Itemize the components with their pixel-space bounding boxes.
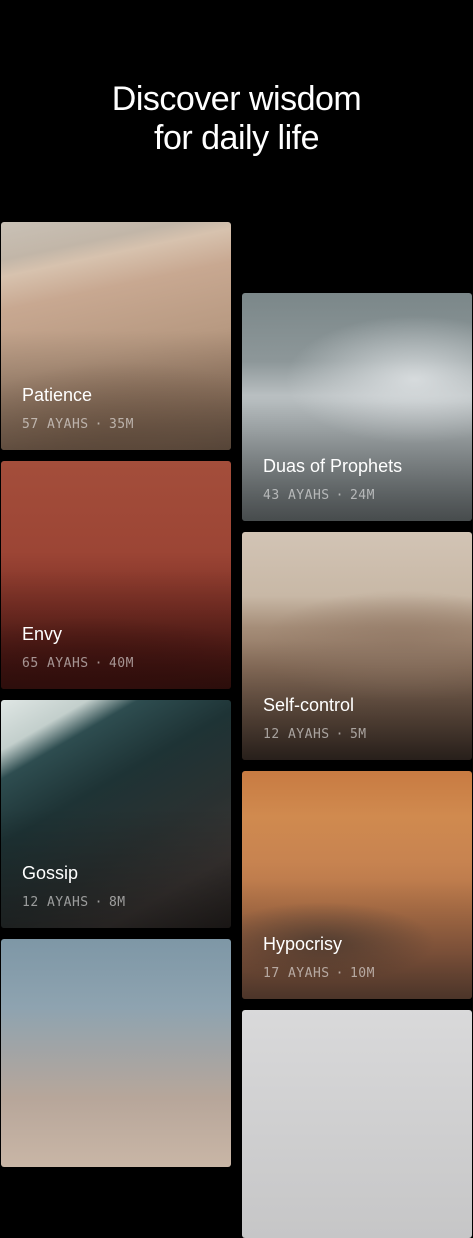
card-title: Duas of Prophets [263,456,403,476]
meta-separator: · [94,417,103,432]
headline-line-2: for daily life [154,119,319,157]
meta-separator: · [335,727,344,742]
meta-separator: · [335,488,344,503]
ayah-count: 57 AYAHS [22,417,89,432]
topic-card-envy[interactable]: Envy 65 AYAHS · 40M [1,461,231,689]
duration: 24M [349,488,375,503]
ayah-count: 43 AYAHS [263,488,330,503]
card-meta: 43 AYAHS · 24M [263,488,375,503]
ayah-count: 65 AYAHS [22,656,89,671]
topic-card-self-control[interactable]: Self-control 12 AYAHS · 5M [242,532,472,760]
pale-landscape-image [242,1010,472,1238]
topic-card-patience[interactable]: Patience 57 AYAHS · 35M [1,222,231,450]
duration: 5M [349,727,367,742]
card-meta: 65 AYAHS · 40M [22,656,134,671]
page-headline: Discover wisdom for daily life [0,80,473,158]
duration: 40M [108,656,134,671]
ayah-count: 17 AYAHS [263,966,330,981]
headline-line-1: Discover wisdom [111,80,362,118]
card-meta: 17 AYAHS · 10M [263,966,375,981]
card-meta: 57 AYAHS · 35M [22,417,134,432]
card-title: Gossip [22,863,79,883]
topic-card-partial[interactable] [1,939,231,1167]
meta-separator: · [94,656,103,671]
card-meta: 12 AYAHS · 5M [263,727,367,742]
card-title: Patience [22,385,93,405]
meta-separator: · [335,966,344,981]
ayah-count: 12 AYAHS [263,727,330,742]
card-title: Envy [22,624,63,644]
duration: 8M [108,895,126,910]
duration: 35M [108,417,134,432]
rocky-landscape-image [1,939,231,1167]
card-title: Hypocrisy [263,934,343,954]
meta-separator: · [94,895,103,910]
card-meta: 12 AYAHS · 8M [22,895,126,910]
topic-card-duas-of-prophets[interactable]: Duas of Prophets 43 AYAHS · 24M [242,293,472,521]
ayah-count: 12 AYAHS [22,895,89,910]
topic-card-gossip[interactable]: Gossip 12 AYAHS · 8M [1,700,231,928]
topic-card-hypocrisy[interactable]: Hypocrisy 17 AYAHS · 10M [242,771,472,999]
topic-card-partial[interactable] [242,1010,472,1238]
duration: 10M [349,966,375,981]
card-title: Self-control [263,695,355,715]
